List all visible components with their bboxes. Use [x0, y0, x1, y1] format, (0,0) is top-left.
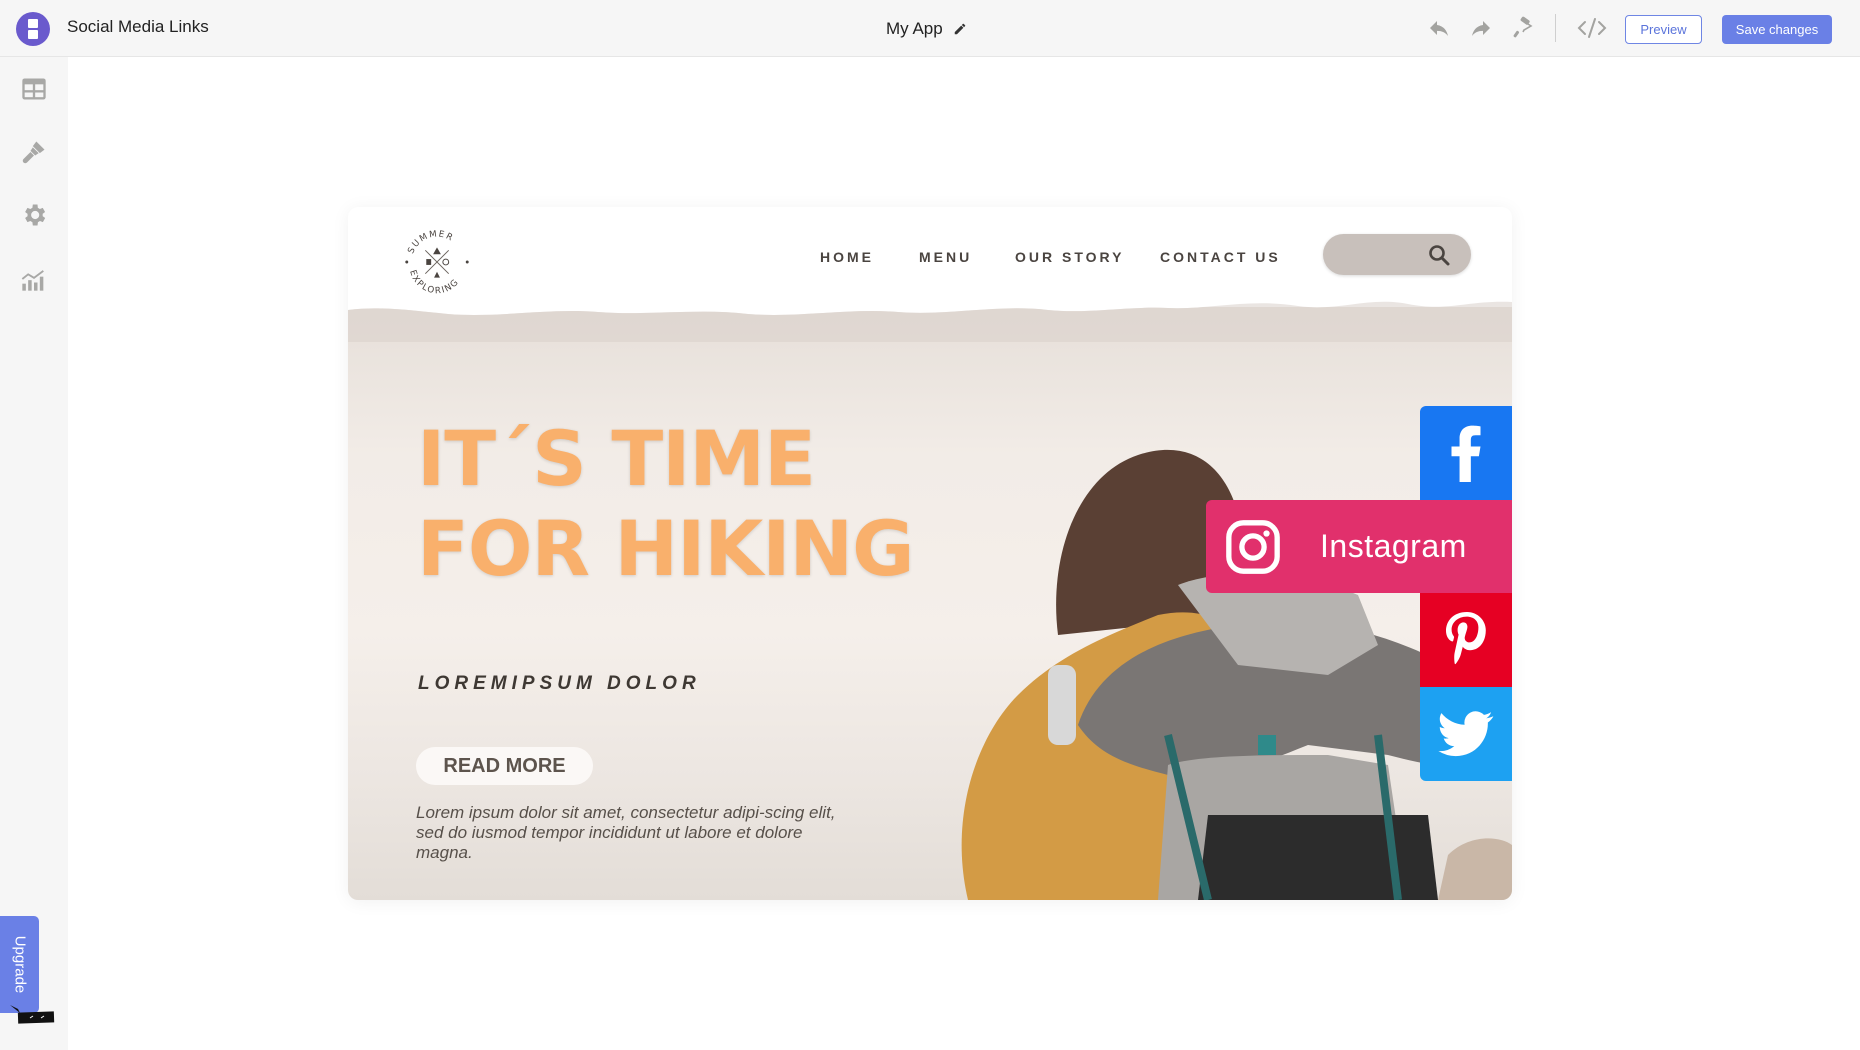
upgrade-button[interactable]: Upgrade	[0, 916, 39, 1013]
twitter-link-button[interactable]	[1420, 687, 1512, 781]
pencil-icon[interactable]	[953, 22, 967, 36]
top-bar: Social Media Links My App Preview Save c…	[0, 0, 1860, 57]
instagram-mini-icon	[28, 30, 38, 39]
nav-our-story[interactable]: OUR STORY	[1015, 249, 1124, 265]
instagram-link-button[interactable]: Instagram	[1206, 500, 1512, 593]
app-title: Social Media Links	[67, 17, 209, 36]
torn-paper-edge	[348, 282, 1512, 342]
nav-menu[interactable]: MENU	[919, 249, 972, 265]
sidebar-item-analytics[interactable]	[20, 265, 48, 293]
toolbar-divider	[1555, 14, 1556, 42]
instagram-icon	[1226, 519, 1280, 574]
facebook-link-button[interactable]	[1420, 406, 1512, 500]
sidebar: Upgrade	[0, 57, 68, 1050]
pinterest-link-button[interactable]	[1420, 593, 1512, 687]
facebook-icon	[1451, 425, 1481, 482]
upgrade-label: Upgrade	[11, 935, 29, 994]
twitter-icon	[1438, 711, 1494, 757]
app-name[interactable]: My App	[886, 19, 967, 39]
instagram-label: Instagram	[1320, 528, 1467, 564]
summer-exploring-logo: SUMMER EXPLORING	[405, 229, 469, 297]
nav-home[interactable]: HOME	[820, 249, 874, 265]
undo-icon[interactable]	[1426, 16, 1452, 40]
hero-body-text: Lorem ipsum dolor sit amet, consectetur …	[416, 803, 836, 862]
sidebar-item-settings[interactable]	[20, 201, 48, 229]
twitter-mini-icon	[28, 19, 38, 28]
app-name-label: My App	[886, 19, 943, 38]
hero-title-line-2: FOR HIKING	[417, 504, 915, 593]
sidebar-item-content[interactable]	[20, 75, 48, 103]
read-more-button[interactable]: READ MORE	[416, 747, 593, 785]
ninja-mascot-icon	[10, 1005, 55, 1024]
paint-roller-icon[interactable]	[1510, 16, 1536, 40]
sidebar-item-design[interactable]	[20, 138, 48, 166]
redo-icon[interactable]	[1468, 16, 1494, 40]
hero-title-line-1: IT´S TIME	[417, 414, 816, 503]
hero-subtitle: LOREMIPSUM DOLOR	[418, 673, 701, 694]
save-changes-button[interactable]: Save changes	[1722, 15, 1832, 44]
preview-button[interactable]: Preview	[1625, 15, 1702, 44]
pinterest-icon	[1446, 612, 1486, 665]
app-logo	[16, 12, 50, 46]
code-icon[interactable]	[1576, 16, 1608, 40]
nav-contact-us[interactable]: CONTACT US	[1160, 249, 1281, 265]
website-preview: SUMMER EXPLORING HOME MENU OUR STORY CON…	[348, 207, 1512, 900]
svg-text:EXPLORING: EXPLORING	[407, 269, 461, 297]
site-search-input[interactable]	[1323, 234, 1471, 275]
search-icon	[1429, 245, 1450, 266]
